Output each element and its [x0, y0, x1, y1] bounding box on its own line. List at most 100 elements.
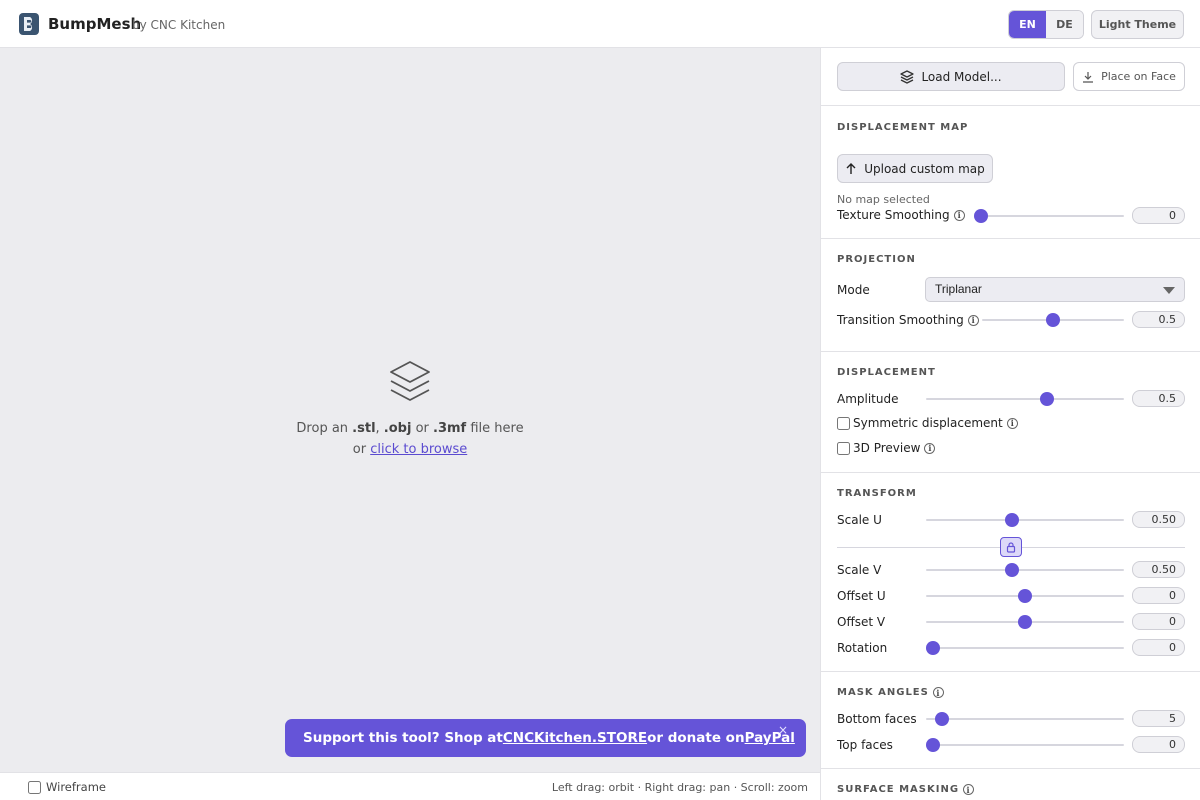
slider-thumb[interactable] — [1005, 563, 1020, 577]
drop-text-prefix: Drop an — [296, 421, 353, 436]
scale-lock-button[interactable] — [1000, 537, 1022, 557]
ext-obj: .obj — [383, 421, 412, 436]
rotation-label: Rotation — [837, 641, 888, 655]
info-icon[interactable]: i — [932, 687, 944, 698]
bottom-faces-slider[interactable] — [926, 712, 1124, 726]
offset-u-value[interactable]: 0 — [1132, 587, 1185, 604]
offset-u-slider[interactable] — [926, 589, 1124, 603]
wireframe-label: Wireframe — [46, 780, 106, 794]
texture-smoothing-label: Texture Smoothing i — [837, 208, 965, 222]
info-icon[interactable]: i — [967, 314, 979, 326]
wireframe-toggle[interactable]: Wireframe — [28, 780, 106, 794]
section-transform: TRANSFORM Scale U 0.50 Scale V 0.50 Offs… — [821, 473, 1200, 672]
lang-de-button[interactable]: DE — [1046, 11, 1083, 38]
theme-toggle-button[interactable]: Light Theme — [1091, 10, 1184, 39]
viewport-statusbar: Wireframe Left drag: orbit · Right drag:… — [0, 772, 820, 800]
navigation-hints: Left drag: orbit · Right drag: pan · Scr… — [551, 781, 808, 794]
slider-thumb[interactable] — [974, 209, 988, 223]
section-title: PROJECTION — [837, 254, 916, 265]
texture-smoothing-text: Texture Smoothing — [837, 208, 950, 222]
offset-v-slider[interactable] — [926, 615, 1124, 629]
section-projection: PROJECTION Mode Triplanar Transition Smo… — [821, 239, 1200, 352]
top-faces-value[interactable]: 0 — [1132, 736, 1185, 753]
layers-icon — [390, 361, 430, 401]
app-header: BumpMesh by CNC Kitchen EN DE Light Them… — [0, 0, 1200, 48]
slider-thumb[interactable] — [1046, 313, 1060, 327]
symmetric-displacement-toggle[interactable]: Symmetric displacement i — [837, 416, 1018, 430]
scale-v-slider[interactable] — [926, 563, 1124, 577]
drop-instructions: Drop an .stl, .obj or .3mf file here — [0, 421, 820, 436]
upload-map-label: Upload custom map — [864, 161, 985, 176]
section-displacement: DISPLACEMENT Amplitude 0.5 Symmetric dis… — [821, 352, 1200, 473]
transition-smoothing-text: Transition Smoothing — [837, 313, 964, 327]
load-model-label: Load Model... — [921, 69, 1002, 84]
settings-panel: Load Model... Place on Face DISPLACEMENT… — [820, 48, 1200, 800]
load-model-button[interactable]: Load Model... — [837, 62, 1065, 91]
drop-text-suffix: file here — [466, 421, 524, 436]
section-displacement-map: DISPLACEMENT MAP Upload custom map No ma… — [821, 106, 1200, 239]
upload-map-button[interactable]: Upload custom map — [837, 154, 993, 183]
scale-v-label: Scale V — [837, 563, 882, 577]
wireframe-checkbox[interactable] — [28, 780, 41, 794]
slider-thumb[interactable] — [1005, 513, 1020, 527]
store-link[interactable]: CNCKitchen.STORE — [503, 730, 647, 746]
section-title: TRANSFORM — [837, 488, 917, 499]
transition-smoothing-slider[interactable] — [982, 313, 1124, 327]
scale-u-label: Scale U — [837, 513, 882, 527]
browse-link[interactable]: click to browse — [370, 442, 467, 457]
amplitude-value[interactable]: 0.5 — [1132, 390, 1185, 407]
download-icon — [1083, 71, 1094, 83]
scale-u-value[interactable]: 0.50 — [1132, 511, 1185, 528]
info-icon[interactable]: i — [924, 442, 936, 454]
browse-line: or click to browse — [0, 442, 820, 457]
transition-smoothing-value[interactable]: 0.5 — [1132, 311, 1185, 328]
slider-thumb[interactable] — [1040, 392, 1055, 406]
place-on-face-button[interactable]: Place on Face — [1073, 62, 1185, 91]
brand-subtitle: by CNC Kitchen — [132, 18, 226, 32]
offset-v-value[interactable]: 0 — [1132, 613, 1185, 630]
3d-viewport[interactable]: Drop an .stl, .obj or .3mf file here or … — [0, 48, 820, 772]
arrow-up-icon — [846, 162, 856, 174]
scale-u-slider[interactable] — [926, 513, 1124, 527]
slider-thumb[interactable] — [926, 738, 940, 752]
section-mask-angles: MASK ANGLES i Bottom faces 5 Top faces 0 — [821, 672, 1200, 769]
section-title: MASK ANGLES i — [837, 687, 944, 698]
ext-stl: .stl — [352, 421, 376, 436]
rotation-value[interactable]: 0 — [1132, 639, 1185, 656]
symmetric-checkbox[interactable] — [837, 416, 850, 430]
projection-mode-select[interactable]: Triplanar — [925, 277, 1185, 302]
slider-thumb[interactable] — [1018, 589, 1032, 603]
surface-masking-title: SURFACE MASKING — [837, 784, 960, 795]
slider-thumb[interactable] — [926, 641, 940, 655]
bottom-faces-value[interactable]: 5 — [1132, 710, 1185, 727]
support-banner: Support this tool? Shop at CNCKitchen.ST… — [285, 719, 806, 757]
texture-smoothing-value[interactable]: 0 — [1132, 207, 1185, 224]
lock-icon — [1006, 541, 1016, 553]
top-faces-label: Top faces — [837, 738, 893, 752]
banner-mid: or donate on — [647, 730, 745, 746]
lang-en-button[interactable]: EN — [1009, 11, 1046, 38]
section-surface-masking: SURFACE MASKING i — [821, 769, 1200, 800]
slider-thumb[interactable] — [1018, 615, 1032, 629]
banner-close-icon[interactable]: × — [778, 723, 788, 737]
drop-sep: , — [375, 421, 384, 436]
slider-thumb[interactable] — [935, 712, 950, 726]
info-icon[interactable]: i — [953, 209, 965, 221]
scale-v-value[interactable]: 0.50 — [1132, 561, 1185, 578]
layers-icon — [900, 69, 915, 84]
3d-preview-toggle[interactable]: 3D Preview i — [837, 441, 936, 455]
offset-v-label: Offset V — [837, 615, 886, 629]
rotation-slider[interactable] — [926, 641, 1124, 655]
bumpmesh-logo-icon — [19, 13, 39, 35]
info-icon[interactable]: i — [1006, 417, 1018, 429]
info-icon[interactable]: i — [963, 784, 975, 795]
banner-prefix: Support this tool? Shop at — [303, 730, 503, 746]
amplitude-slider[interactable] — [926, 392, 1124, 406]
3d-preview-checkbox[interactable] — [837, 441, 850, 455]
texture-smoothing-slider[interactable] — [974, 209, 1124, 223]
map-status: No map selected — [837, 193, 930, 206]
top-faces-slider[interactable] — [926, 738, 1124, 752]
section-title: DISPLACEMENT MAP — [837, 122, 969, 133]
drop-or: or — [411, 421, 434, 436]
brand-name: BumpMesh — [48, 15, 142, 33]
